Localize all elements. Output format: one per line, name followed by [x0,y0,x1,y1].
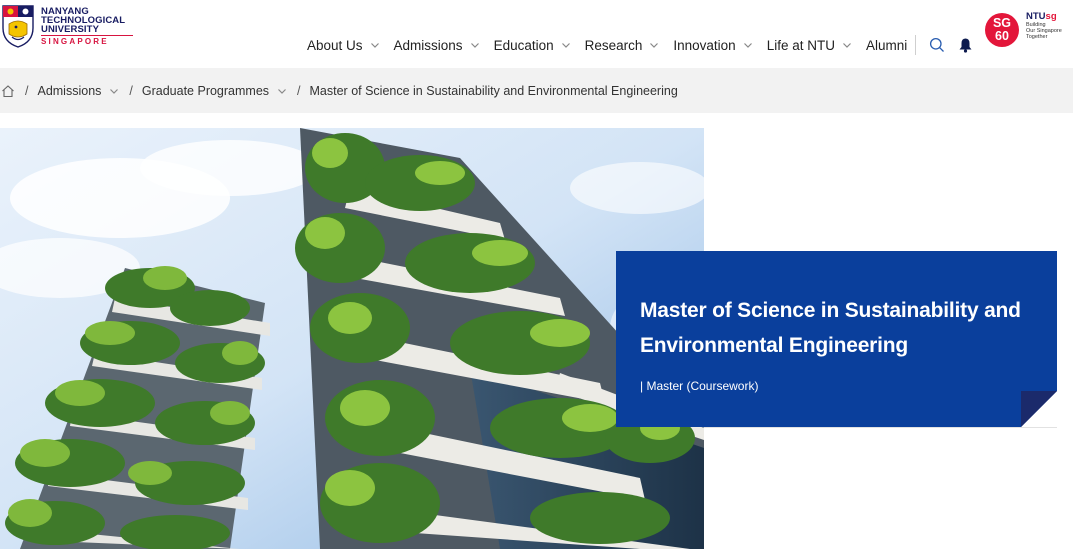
nav-item-about-us[interactable]: About Us [307,38,380,53]
chevron-down-icon [470,43,479,48]
ntusg-title: NTUsg [1026,11,1062,22]
nav-label: Life at NTU [766,37,835,53]
programme-title-card: Master of Science in Sustainability and … [616,251,1057,427]
home-icon[interactable] [1,84,15,98]
chevron-down-icon [650,43,659,48]
nav-item-innovation[interactable]: Innovation [673,38,752,53]
nav-label: Innovation [673,37,736,53]
chevron-down-icon [843,43,851,48]
nav-item-education[interactable]: Education [494,38,571,53]
breadcrumb-separator: / [297,83,301,98]
corner-fold-decoration [1021,391,1057,427]
breadcrumb-label: Admissions [37,83,102,98]
breadcrumb-separator: / [25,83,29,98]
sg60-line-60: 60 [995,29,1009,43]
breadcrumb: / Admissions / Graduate Programmes / Mas… [0,68,1073,113]
nav-item-admissions[interactable]: Admissions [394,38,480,53]
breadcrumb-item-graduate-programmes[interactable]: Graduate Programmes [142,84,287,98]
site-header: NANYANG TECHNOLOGICAL UNIVERSITY SINGAPO… [0,0,1073,68]
ntu-crest-icon [0,4,36,48]
bell-icon[interactable] [958,37,973,53]
nav-label: Education [493,37,554,53]
chevron-down-icon [561,43,570,48]
breadcrumb-label: Graduate Programmes [141,83,270,98]
main-nav: About Us Admissions Education Research I… [307,35,973,55]
programme-title-line-2: Environmental Engineering [640,334,909,357]
programme-title-line-1: Master of Science in Sustainability and [640,299,1021,322]
logo-line-singapore: SINGAPORE [41,35,133,46]
hero-image [0,128,704,549]
nav-label: Alumni [865,37,908,53]
nav-item-life-at-ntu[interactable]: Life at NTU [767,38,852,53]
programme-title: Master of Science in Sustainability and … [640,293,1037,363]
programme-type: | Master (Coursework) [640,379,759,393]
ntusg-tagline-3: Together [1026,34,1048,40]
logo-line-university: UNIVERSITY [41,24,100,35]
search-icon[interactable] [929,37,945,53]
breadcrumb-separator: / [129,83,133,98]
nav-label: Admissions [393,37,463,53]
ntusg-title-ntu: NTU [1026,11,1046,22]
chevron-down-icon [278,88,286,94]
breadcrumb-item-admissions[interactable]: Admissions [37,84,119,98]
card-underline [704,427,1057,428]
ntusg-title-sg: sg [1045,11,1057,22]
nav-label: Research [584,37,643,53]
sg60-badge[interactable]: SG 60 [985,13,1019,47]
nav-item-research[interactable]: Research [585,38,660,53]
chevron-down-icon [370,43,379,48]
ntusg-brand[interactable]: NTUsg Building Our Singapore Together [1026,11,1062,40]
nav-item-alumni[interactable]: Alumni [866,38,907,53]
ntu-logo[interactable]: NANYANG TECHNOLOGICAL UNIVERSITY SINGAPO… [0,4,133,54]
chevron-down-icon [743,43,752,48]
chevron-down-icon [110,88,119,94]
breadcrumb-current: Master of Science in Sustainability and … [309,83,678,98]
nav-divider [915,35,917,55]
nav-label: About Us [307,37,363,53]
